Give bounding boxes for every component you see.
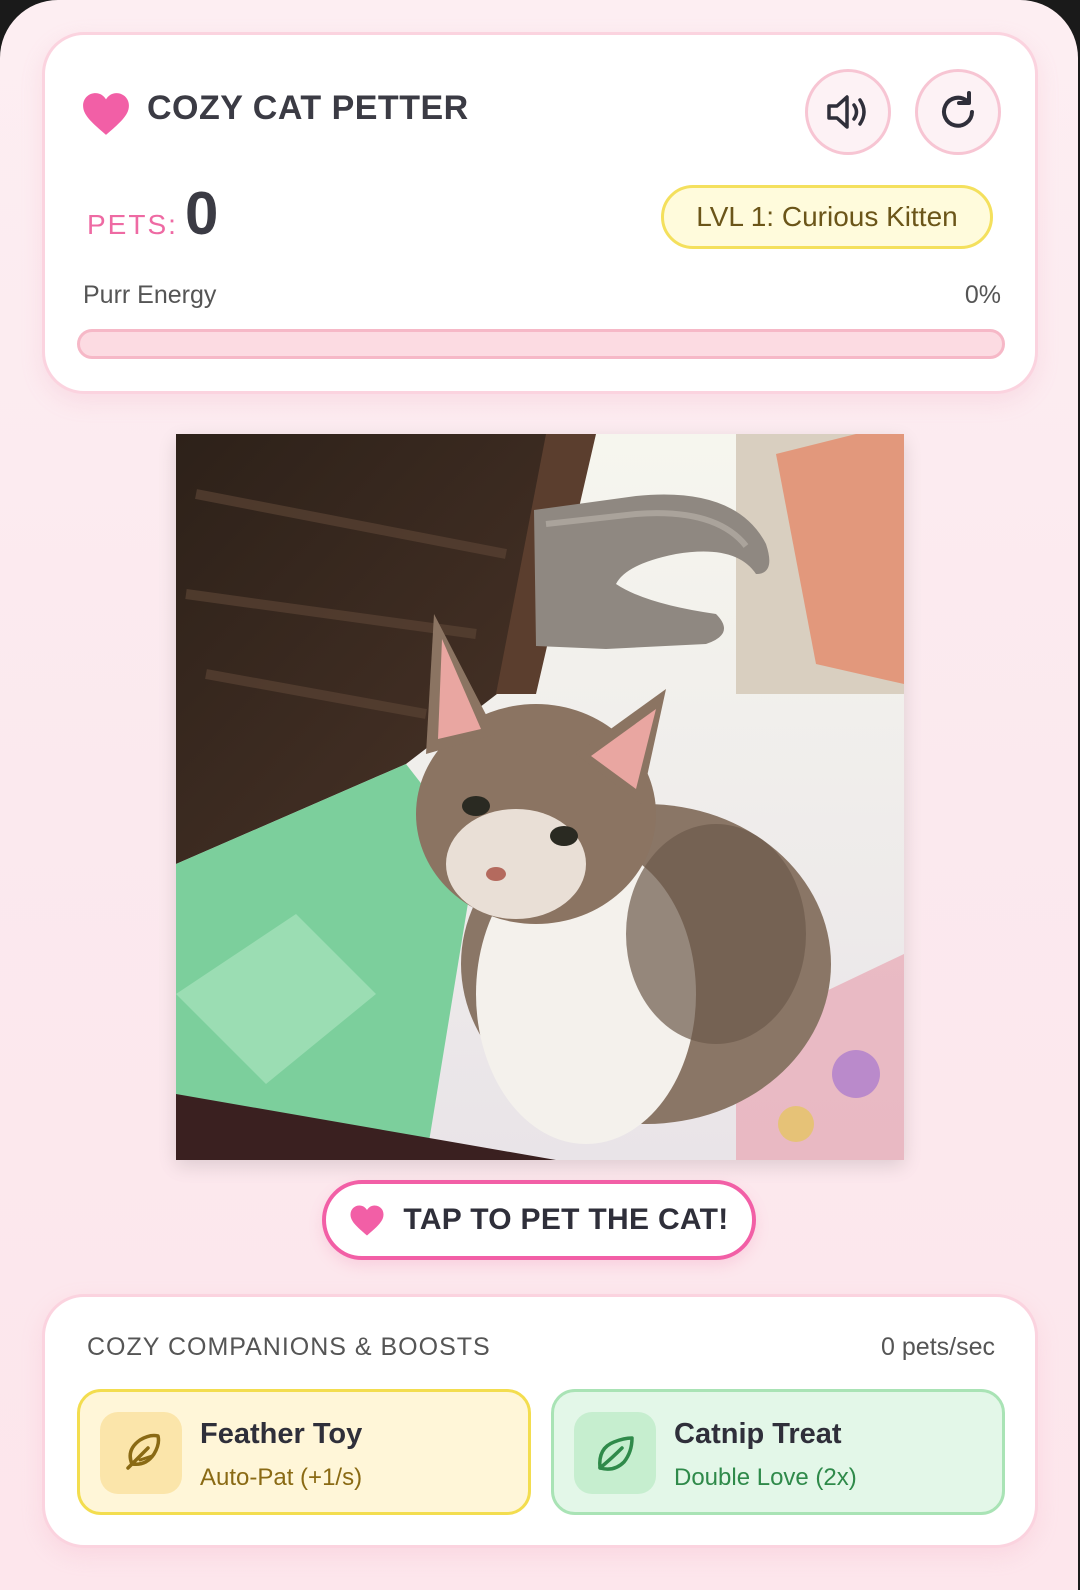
energy-label: Purr Energy (83, 281, 217, 309)
reset-button[interactable] (915, 69, 1001, 155)
app-screen: COZY CAT PETTER PETS: 0 LVL 1: Curious K… (0, 0, 1078, 1590)
heart-icon (350, 1205, 384, 1235)
boost-description: Double Love (2x) (674, 1464, 857, 1491)
boost-name: Feather Toy (200, 1418, 363, 1450)
refresh-icon (942, 91, 974, 128)
level-badge: LVL 1: Curious Kitten (661, 185, 993, 249)
heart-icon (83, 93, 129, 135)
sound-button[interactable] (805, 69, 891, 155)
cat-image[interactable] (176, 434, 904, 1160)
energy-percent: 0% (964, 281, 1001, 309)
leaf-icon (574, 1412, 656, 1494)
feather-icon (100, 1412, 182, 1494)
boost-name: Catnip Treat (674, 1418, 842, 1450)
pets-count: 0 (185, 180, 219, 247)
stats-card: COZY CAT PETTER PETS: 0 LVL 1: Curious K… (42, 32, 1038, 394)
feather-toy-boost[interactable]: Feather Toy Auto-Pat (+1/s) (77, 1389, 531, 1515)
energy-progress-bar (77, 329, 1005, 359)
pets-per-second: 0 pets/sec (881, 1333, 995, 1361)
pet-button-label: TAP TO PET THE CAT! (403, 1203, 729, 1236)
speaker-icon (827, 95, 866, 129)
app-title: COZY CAT PETTER (147, 89, 469, 127)
boosts-card: COZY COMPANIONS & BOOSTS 0 pets/sec Feat… (42, 1294, 1038, 1548)
boost-description: Auto-Pat (+1/s) (200, 1464, 363, 1491)
pet-cat-button[interactable]: TAP TO PET THE CAT! (322, 1180, 756, 1260)
catnip-treat-boost[interactable]: Catnip Treat Double Love (2x) (551, 1389, 1005, 1515)
pets-label: PETS: (87, 209, 178, 240)
boosts-title: COZY COMPANIONS & BOOSTS (87, 1333, 491, 1361)
